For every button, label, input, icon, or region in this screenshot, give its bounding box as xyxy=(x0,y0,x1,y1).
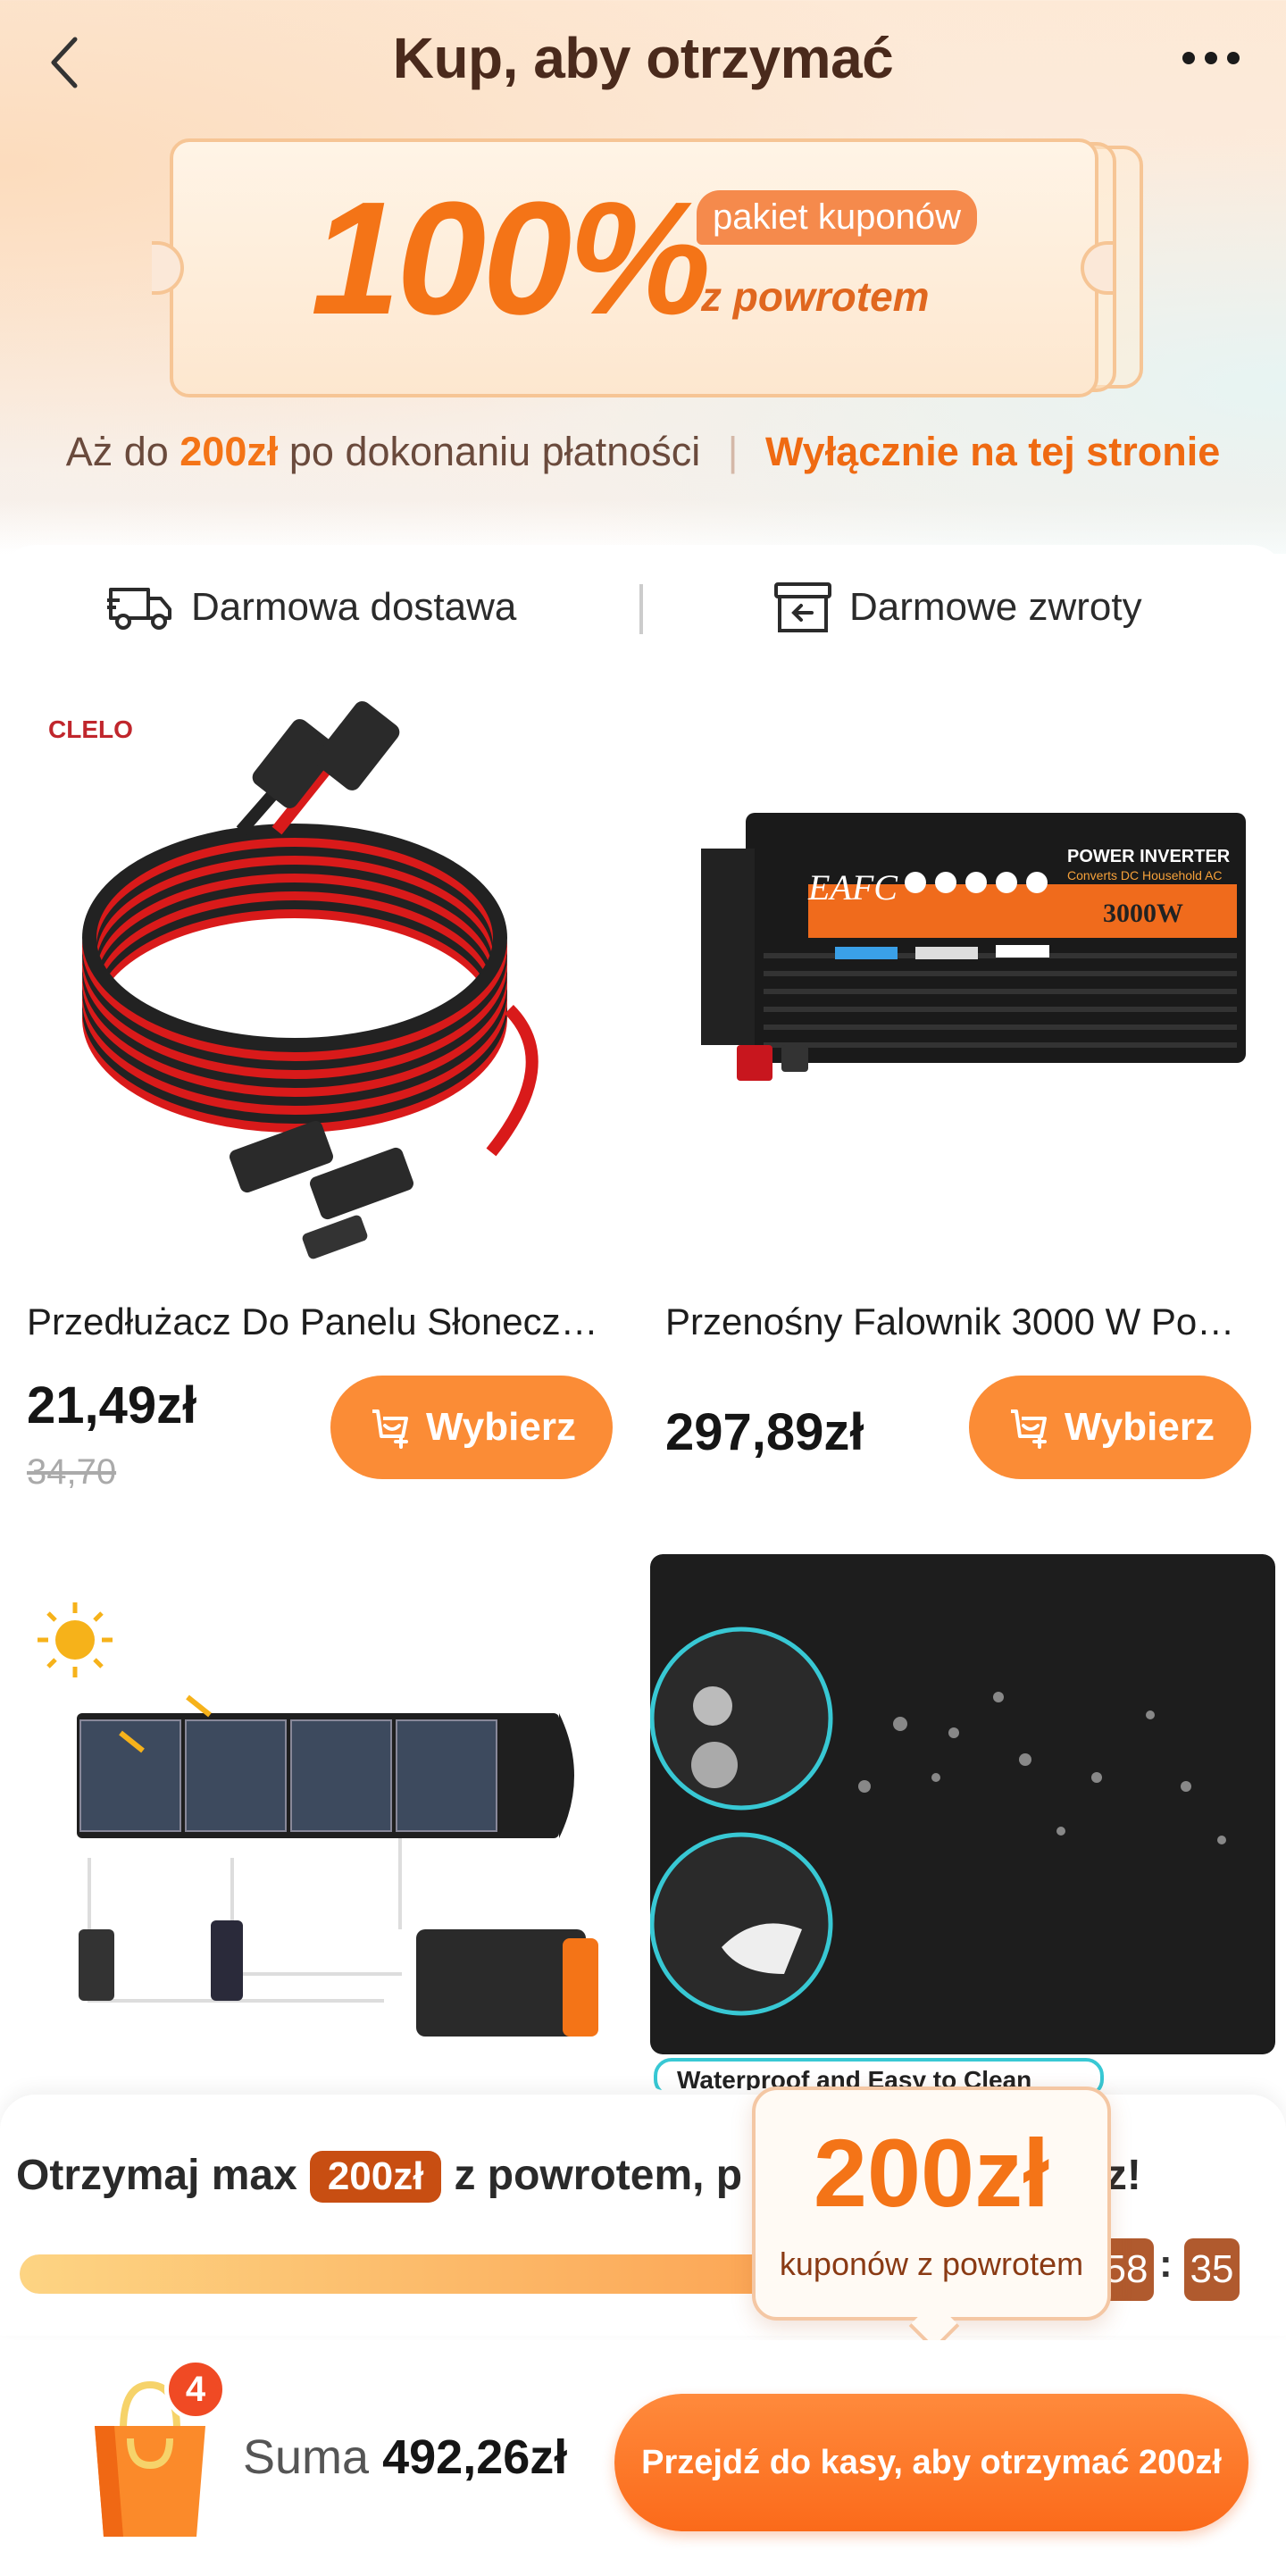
free-returns: Darmowe zwroty xyxy=(772,572,1142,643)
cashback-label: z powrotem xyxy=(701,273,930,320)
cable-image: CLELO xyxy=(48,701,539,1259)
brand-logo: CLELO xyxy=(48,715,133,743)
tooltip-amount: 200zł xyxy=(813,2119,1050,2227)
waterproof-panel-image: Waterproof and Easy to Clean xyxy=(650,1554,1275,2090)
order-total-value: 492,26zł xyxy=(382,2430,568,2484)
product-price: 297,89zł xyxy=(665,1403,864,1461)
more-options-button[interactable] xyxy=(1182,45,1240,71)
product-price: 21,49zł xyxy=(27,1376,197,1434)
product-name[interactable]: Przenośny Falownik 3000 W Power Inverter xyxy=(665,1301,1255,1343)
banner-subline: Aż do 200zł po dokonaniu płatności | Wył… xyxy=(65,429,1221,474)
product-image[interactable]: CLELO xyxy=(9,688,634,1277)
promo-amount-badge: 200zł xyxy=(309,2151,442,2203)
product-old-price: 34,70 xyxy=(27,1452,117,1492)
timer-seconds: 35 xyxy=(1184,2238,1240,2301)
cart-add-icon xyxy=(372,1409,409,1449)
svg-text:Converts DC Household AC: Converts DC Household AC xyxy=(1067,868,1223,882)
perks-row: Darmowa dostawa Darmowe zwroty xyxy=(0,572,1286,643)
coupon-package-label: pakiet kuponów xyxy=(697,190,977,245)
cart-count-badge: 4 xyxy=(164,2358,227,2421)
exclusive-label: Wyłącznie na tej stronie xyxy=(764,429,1221,474)
free-shipping: Darmowa dostawa xyxy=(107,572,516,643)
cashback-percent: 100% xyxy=(311,169,711,348)
return-box-icon xyxy=(774,582,831,632)
checkout-button[interactable]: Przejdź do kasy, aby otrzymać 200zł xyxy=(614,2394,1248,2531)
cashback-tooltip: 200zł kuponów z powrotem xyxy=(752,2087,1111,2321)
svg-text:POWER INVERTER: POWER INVERTER xyxy=(1067,847,1231,866)
product-card[interactable]: CLELO Przedłużacz Do Panelu Słonecznego … xyxy=(9,688,634,1492)
inverter-image: EAFC POWER INVERTER Converts DC Househol… xyxy=(701,813,1246,1081)
top-bar: Kup, aby otrzymać xyxy=(0,0,1286,125)
product-card[interactable]: EAFC POWER INVERTER Converts DC Househol… xyxy=(647,688,1273,1492)
max-amount: 200zł xyxy=(180,429,279,474)
timer-separator: : xyxy=(1159,2242,1173,2286)
truck-icon xyxy=(107,588,171,630)
svg-text:EAFC: EAFC xyxy=(807,867,898,907)
perks-divider xyxy=(639,584,643,634)
product-image[interactable]: EAFC POWER INVERTER Converts DC Househol… xyxy=(647,688,1273,1277)
select-button[interactable]: Wybierz xyxy=(969,1376,1251,1479)
svg-text:3000W: 3000W xyxy=(1103,899,1183,928)
tooltip-label: kuponów z powrotem xyxy=(779,2246,1084,2282)
product-card[interactable] xyxy=(9,1554,634,2090)
cart-add-icon xyxy=(1011,1409,1048,1449)
coupon-banner: 100% pakiet kuponów z powrotem xyxy=(152,138,1143,397)
solar-panel-image xyxy=(38,1602,598,2037)
more-dots-icon xyxy=(1182,52,1195,64)
order-total: Suma 492,26zł xyxy=(243,2430,568,2484)
product-name[interactable]: Przedłużacz Do Panelu Słonecznego xyxy=(27,1301,616,1343)
select-button[interactable]: Wybierz xyxy=(330,1376,613,1479)
product-image[interactable] xyxy=(9,1554,634,2090)
page-title: Kup, aby otrzymać xyxy=(392,26,894,90)
product-image[interactable]: Waterproof and Easy to Clean xyxy=(650,1554,1275,2090)
product-card[interactable]: Waterproof and Easy to Clean xyxy=(650,1554,1275,2090)
